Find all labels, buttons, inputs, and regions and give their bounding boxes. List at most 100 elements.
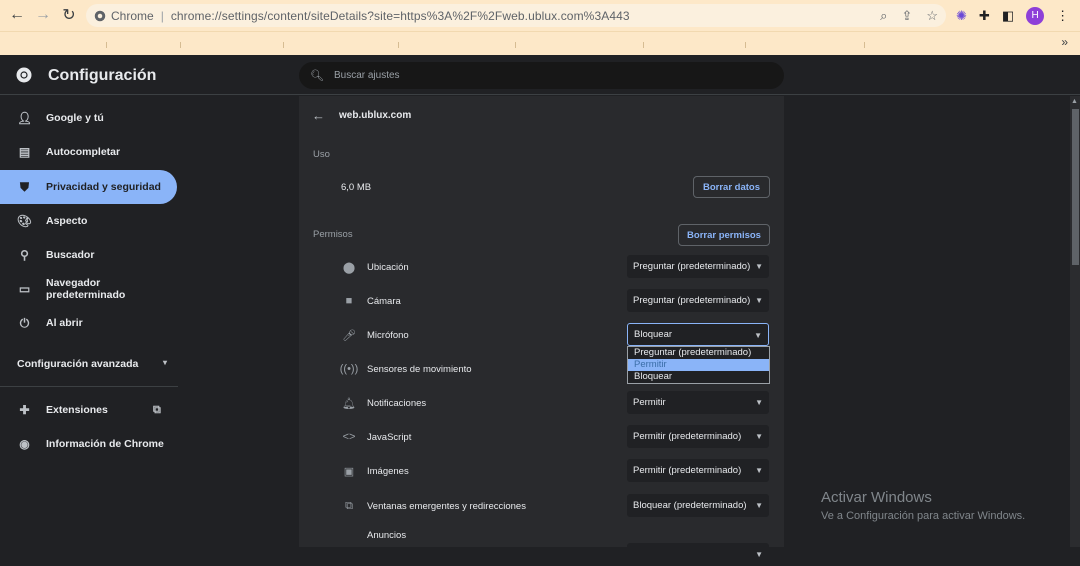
permission-label: Ubicación — [367, 262, 409, 273]
permission-row-popups: ⧉ Ventanas emergentes y redirecciones Bl… — [299, 489, 784, 523]
watermark-title: Activar Windows — [821, 489, 932, 506]
permission-select[interactable]: Preguntar (predeterminado) ▼ — [627, 289, 769, 312]
chevron-down-icon: ▼ — [755, 432, 763, 441]
reload-icon[interactable]: ↻ — [58, 4, 80, 26]
permission-label: Imágenes — [367, 466, 409, 477]
back-arrow-icon[interactable]: ← — [312, 108, 325, 123]
sidebar-item-label: Aspecto — [46, 215, 88, 227]
permissions-heading: Permisos — [313, 229, 353, 240]
address-bar[interactable]: Chrome | chrome://settings/content/siteD… — [86, 4, 946, 27]
url-text[interactable]: chrome://settings/content/siteDetails?si… — [171, 9, 630, 23]
sidebar-item-search-engine[interactable]: ⚲ Buscador — [0, 238, 177, 272]
dropdown-option-allow[interactable]: Permitir — [628, 359, 769, 371]
sidebar-item-label: Autocompletar — [46, 146, 121, 158]
permission-select[interactable]: Bloquear (predeterminado) ▼ — [627, 494, 769, 517]
dropdown-option-block[interactable]: Bloquear — [628, 371, 769, 383]
reset-permissions-button[interactable]: Borrar permisos — [678, 224, 770, 246]
sidebar-divider — [0, 386, 178, 387]
puzzle-icon: ✚ — [19, 403, 30, 417]
sidebar-item-privacy[interactable]: ⛊ Privacidad y seguridad — [0, 170, 177, 204]
sidebar-item-label: Google y tú — [46, 112, 104, 124]
search-icon: ⚲ — [20, 248, 29, 262]
usage-value: 6,0 MB — [341, 182, 372, 193]
sidebar-item-about[interactable]: ◉ Información de Chrome — [0, 427, 177, 461]
chevron-down-icon: ▼ — [755, 262, 763, 271]
site-title: web.ublux.com — [339, 110, 412, 121]
permission-label: Micrófono — [367, 330, 409, 341]
permission-label: Cámara — [367, 296, 401, 307]
chevron-down-icon: ▼ — [755, 550, 763, 559]
chrome-small-icon — [94, 10, 106, 21]
share-icon[interactable]: ⇪ — [901, 8, 912, 24]
clear-data-button[interactable]: Borrar datos — [693, 176, 770, 198]
shield-icon: ⛊ — [19, 179, 29, 194]
camera-icon: ■ — [345, 295, 353, 307]
permission-row-javascript: <> JavaScript Permitir (predeterminado) ▼ — [299, 420, 784, 454]
sidebar-item-extensions[interactable]: ✚ Extensiones ⧉ — [0, 393, 177, 427]
site-chip[interactable]: Chrome — [94, 9, 154, 23]
person-icon: 👤︎ — [16, 111, 33, 125]
sidebar-item-default-browser[interactable]: ▭ Navegador predeterminado — [0, 272, 177, 306]
palette-icon: 🎨︎ — [16, 214, 33, 228]
bookmark-star-icon[interactable]: ☆ — [926, 8, 938, 24]
sidebar-advanced[interactable]: Configuración avanzada ▾ — [17, 358, 167, 370]
sidebar-item-autofill[interactable]: ▤ Autocompletar — [0, 135, 177, 169]
select-value: Preguntar (predeterminado) — [633, 295, 751, 306]
permission-select[interactable]: Bloquear ▼ — [627, 323, 769, 346]
sidebar-item-label: Extensiones — [46, 404, 108, 416]
menu-dots-icon[interactable]: ⋮ — [1056, 8, 1069, 24]
permission-row-images: ▣ Imágenes Permitir (predeterminado) ▼ — [299, 454, 784, 488]
search-input[interactable]: 🔍︎ Buscar ajustes — [299, 62, 784, 89]
profile-avatar[interactable]: H — [1026, 6, 1045, 25]
dropdown-option-ask[interactable]: Preguntar (predeterminado) — [628, 347, 769, 359]
side-panel-icon[interactable]: ◧ — [1002, 8, 1014, 24]
permission-row-notifications: 🔔︎ Notificaciones Permitir ▼ — [299, 386, 784, 420]
microphone-icon: 🎤︎ — [342, 329, 356, 342]
permission-select[interactable]: ▼ — [627, 543, 769, 566]
omnibox-divider: | — [160, 8, 164, 23]
usage-heading: Uso — [313, 149, 330, 160]
site-chip-label: Chrome — [111, 8, 154, 23]
chevron-down-icon: ▼ — [754, 331, 762, 340]
page-title: Configuración — [48, 67, 157, 84]
sensors-icon: ((•)) — [339, 363, 359, 375]
chevron-down-icon: ▾ — [162, 358, 167, 367]
sidebar-item-label: Navegador predeterminado — [46, 277, 126, 301]
permission-label: JavaScript — [367, 432, 412, 443]
permission-row-camera: ■ Cámara Preguntar (predeterminado) ▼ — [299, 284, 784, 318]
site-details-card: ← web.ublux.com Uso 6,0 MB Borrar datos … — [299, 96, 784, 566]
power-icon: ⏻ — [19, 315, 30, 330]
bell-icon: 🔔︎ — [342, 397, 356, 410]
external-link-icon: ⧉ — [153, 403, 161, 416]
permission-select[interactable]: Permitir (predeterminado) ▼ — [627, 459, 769, 482]
select-value: Bloquear — [634, 329, 673, 340]
forward-icon[interactable]: → — [32, 4, 54, 26]
chrome-logo-icon — [16, 67, 32, 83]
sidebar-item-label: Información de Chrome — [46, 438, 164, 450]
select-value: Permitir (predeterminado) — [633, 465, 742, 476]
select-value: Permitir (predeterminado) — [633, 431, 742, 442]
zoom-icon[interactable]: ⌕ — [880, 8, 887, 24]
search-icon: 🔍︎ — [310, 70, 324, 82]
permission-select[interactable]: Preguntar (predeterminado) ▼ — [627, 255, 769, 278]
code-icon: <> — [342, 431, 356, 443]
permission-select[interactable]: Permitir (predeterminado) ▼ — [627, 425, 769, 448]
browser-toolbar: ← → ↻ Chrome | chrome://settings/content… — [0, 0, 1080, 31]
sidebar-item-google[interactable]: 👤︎ Google y tú — [0, 101, 177, 135]
sidebar-advanced-label: Configuración avanzada — [17, 358, 139, 370]
permission-label: Sensores de movimiento — [367, 364, 472, 375]
chevron-down-icon: ▼ — [755, 501, 763, 510]
sidebar-item-on-startup[interactable]: ⏻ Al abrir — [0, 306, 177, 340]
scroll-up-arrow-icon[interactable]: ▲ — [1071, 98, 1078, 105]
extensions-puzzle-icon[interactable]: ✚ — [979, 8, 990, 24]
image-icon: ▣ — [343, 465, 355, 478]
bookmarks-overflow-button[interactable]: » — [1061, 35, 1068, 49]
sidebar-item-appearance[interactable]: 🎨︎ Aspecto — [0, 204, 177, 238]
scrollbar-thumb[interactable] — [1072, 109, 1079, 265]
chevron-down-icon: ▼ — [755, 398, 763, 407]
extension-gear-icon[interactable]: ✺ — [956, 8, 967, 24]
back-icon[interactable]: ← — [6, 4, 28, 26]
permission-select[interactable]: Permitir ▼ — [627, 391, 769, 414]
microphone-dropdown-list: Preguntar (predeterminado) Permitir Bloq… — [627, 346, 770, 384]
select-value: Preguntar (predeterminado) — [633, 261, 751, 272]
